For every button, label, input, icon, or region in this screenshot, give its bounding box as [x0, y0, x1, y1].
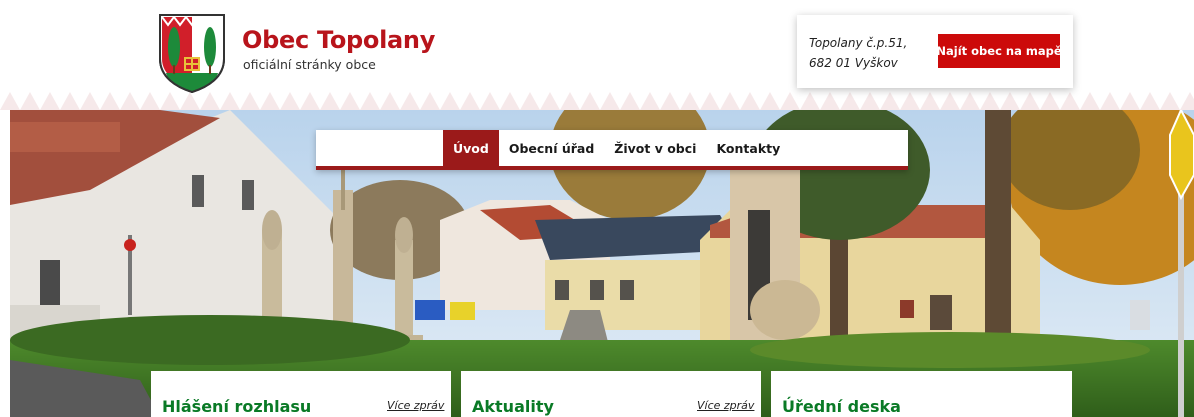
- site-subtitle: oficiální stránky obce: [243, 57, 376, 72]
- more-news-link-news[interactable]: Více zpráv: [697, 399, 754, 412]
- find-on-map-button[interactable]: Najít obec na mapě: [936, 34, 1062, 68]
- nav-item-0[interactable]: Úvod: [443, 130, 499, 166]
- more-news-link-radio[interactable]: Více zpráv: [387, 399, 444, 412]
- card-official-board: Úřední deska: [771, 371, 1072, 417]
- header-zigzag-divider: [0, 86, 1194, 110]
- municipal-crest-icon[interactable]: [158, 13, 226, 94]
- card-title-radio-announcements[interactable]: Hlášení rozhlasu: [162, 397, 311, 416]
- address-line-city: 682 01 Vyškov: [809, 56, 898, 70]
- card-title-official-board[interactable]: Úřední deska: [782, 397, 901, 416]
- contact-box: Topolany č.p.51, 682 01 Vyškov Najít obe…: [797, 15, 1073, 88]
- card-news: Aktuality Více zpráv: [461, 371, 761, 417]
- site-header: Obec Topolany oficiální stránky obce Top…: [0, 0, 1194, 110]
- nav-item-3[interactable]: Kontakty: [706, 130, 790, 166]
- nav-item-1[interactable]: Obecní úřad: [499, 130, 604, 166]
- address: Topolany č.p.51, 682 01 Vyškov: [809, 33, 907, 73]
- site-title[interactable]: Obec Topolany: [242, 26, 435, 54]
- nav-item-2[interactable]: Život v obci: [604, 130, 706, 166]
- card-radio-announcements: Hlášení rozhlasu Více zpráv: [151, 371, 451, 417]
- card-title-news[interactable]: Aktuality: [472, 397, 554, 416]
- address-line-street: Topolany č.p.51,: [809, 36, 908, 50]
- nav-items: Úvod Obecní úřad Život v obci Kontakty: [443, 130, 790, 166]
- main-nav: Úvod Obecní úřad Život v obci Kontakty: [316, 130, 908, 170]
